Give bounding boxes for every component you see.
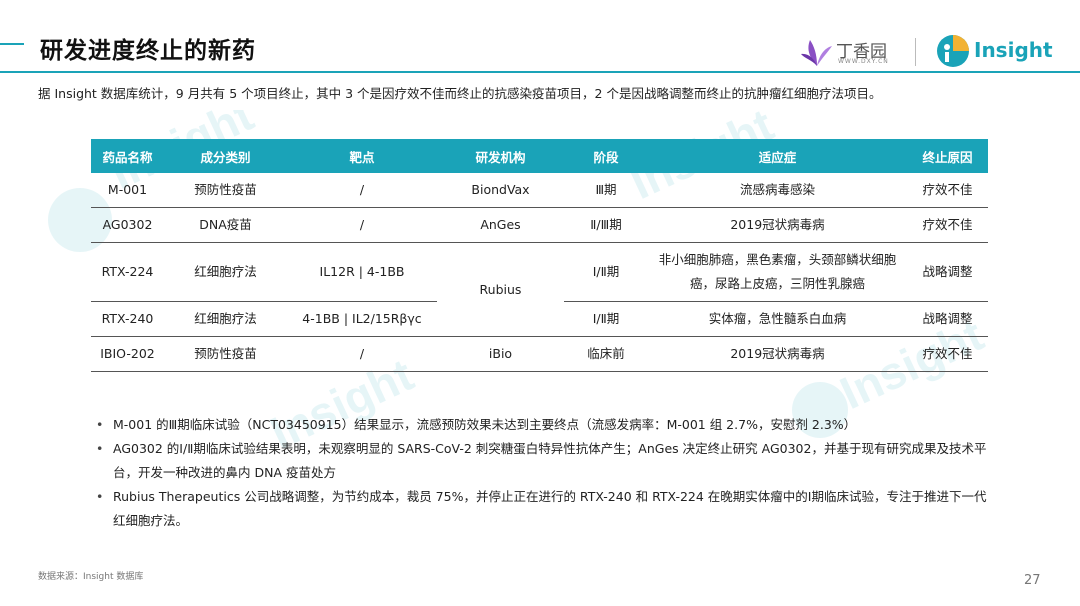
table-cell: DNA疫苗 <box>164 207 287 243</box>
table-cell: 实体瘤，急性髓系白血病 <box>648 301 907 337</box>
table-cell: IBIO-202 <box>91 336 164 372</box>
table-cell: 预防性疫苗 <box>164 173 287 208</box>
table-cell: BiondVax <box>437 173 564 208</box>
table-header-cell: 靶点 <box>287 139 437 173</box>
dxy-flower-icon <box>801 40 832 66</box>
table-cell: 4-1BB | IL2/15Rβγc <box>287 301 437 337</box>
table-header-cell: 阶段 <box>564 139 648 173</box>
title-underline <box>0 71 1080 73</box>
table-header-row: 药品名称 成分类别 靶点 研发机构 阶段 适应症 终止原因 <box>91 139 988 173</box>
data-source: 数据来源：Insight 数据库 <box>38 572 144 582</box>
table-cell: 疗效不佳 <box>907 207 988 243</box>
table-cell: 预防性疫苗 <box>164 336 287 372</box>
table-header-cell: 终止原因 <box>907 139 988 173</box>
table-cell: 战略调整 <box>907 242 988 302</box>
page-title: 研发进度终止的新药 <box>40 38 256 64</box>
table-cell: 红细胞疗法 <box>164 301 287 337</box>
table-cell: 临床前 <box>564 336 648 372</box>
table-header-cell: 成分类别 <box>164 139 287 173</box>
table-cell: iBio <box>437 336 564 372</box>
table-cell: / <box>287 336 437 372</box>
dxy-logo: 丁香园 WWW.DXY.CN <box>800 36 900 68</box>
page-number: 27 <box>1024 573 1041 588</box>
table-cell: 战略调整 <box>907 301 988 337</box>
table-cell: 疗效不佳 <box>907 173 988 208</box>
table-cell: AG0302 <box>91 207 164 243</box>
table-cell: Ⅰ/Ⅱ期 <box>564 301 648 337</box>
table-cell: 2019冠状病毒病 <box>648 207 907 243</box>
insight-logo-icon <box>937 35 969 67</box>
logo-divider <box>915 38 916 66</box>
table-cell: 疗效不佳 <box>907 336 988 372</box>
table-row: AG0302 DNA疫苗 / AnGes Ⅱ/Ⅲ期 2019冠状病毒病 疗效不佳 <box>91 207 988 243</box>
title-accent-line <box>0 43 24 45</box>
terminated-drugs-table: 药品名称 成分类别 靶点 研发机构 阶段 适应症 终止原因 M-001 预防性疫… <box>91 139 988 372</box>
table-header-cell: 研发机构 <box>437 139 564 173</box>
table-cell: 非小细胞肺癌，黑色素瘤，头颈部鳞状细胞癌，尿路上皮癌，三阴性乳腺癌 <box>648 242 907 302</box>
table-cell: Ⅲ期 <box>564 173 648 208</box>
insight-logo-name: Insight <box>974 38 1053 62</box>
table-cell-merged: Rubius <box>437 242 564 337</box>
list-item: M-001 的Ⅲ期临床试验（NCT03450915）结果显示，流感预防效果未达到… <box>95 413 995 437</box>
insight-logo: Insight <box>936 34 1056 70</box>
table-cell: RTX-224 <box>91 242 164 302</box>
table-cell: Ⅰ/Ⅱ期 <box>564 242 648 302</box>
table-cell: 红细胞疗法 <box>164 242 287 302</box>
table-row: IBIO-202 预防性疫苗 / iBio 临床前 2019冠状病毒病 疗效不佳 <box>91 336 988 372</box>
table-cell: RTX-240 <box>91 301 164 337</box>
table-row: RTX-224 红细胞疗法 IL12R | 4-1BB Rubius Ⅰ/Ⅱ期 … <box>91 242 988 337</box>
table-cell: / <box>287 173 437 208</box>
dxy-logo-url: WWW.DXY.CN <box>838 58 889 65</box>
list-item: Rubius Therapeutics 公司战略调整，为节约成本，裁员 75%，… <box>95 485 995 533</box>
table-cell: Ⅱ/Ⅲ期 <box>564 207 648 243</box>
list-item: AG0302 的Ⅰ/Ⅱ期临床试验结果表明，未观察明显的 SARS-CoV-2 刺… <box>95 437 995 485</box>
table-cell: AnGes <box>437 207 564 243</box>
table-cell: 2019冠状病毒病 <box>648 336 907 372</box>
table-cell: M-001 <box>91 173 164 208</box>
table-row: M-001 预防性疫苗 / BiondVax Ⅲ期 流感病毒感染 疗效不佳 <box>91 173 988 208</box>
table-cell: / <box>287 207 437 243</box>
notes-list: M-001 的Ⅲ期临床试验（NCT03450915）结果显示，流感预防效果未达到… <box>95 413 995 533</box>
table-cell: IL12R | 4-1BB <box>287 242 437 302</box>
intro-text: 据 Insight 数据库统计，9 月共有 5 个项目终止，其中 3 个是因疗效… <box>38 86 882 101</box>
table-header-cell: 药品名称 <box>91 139 164 173</box>
table-cell: 流感病毒感染 <box>648 173 907 208</box>
table-header-cell: 适应症 <box>648 139 907 173</box>
